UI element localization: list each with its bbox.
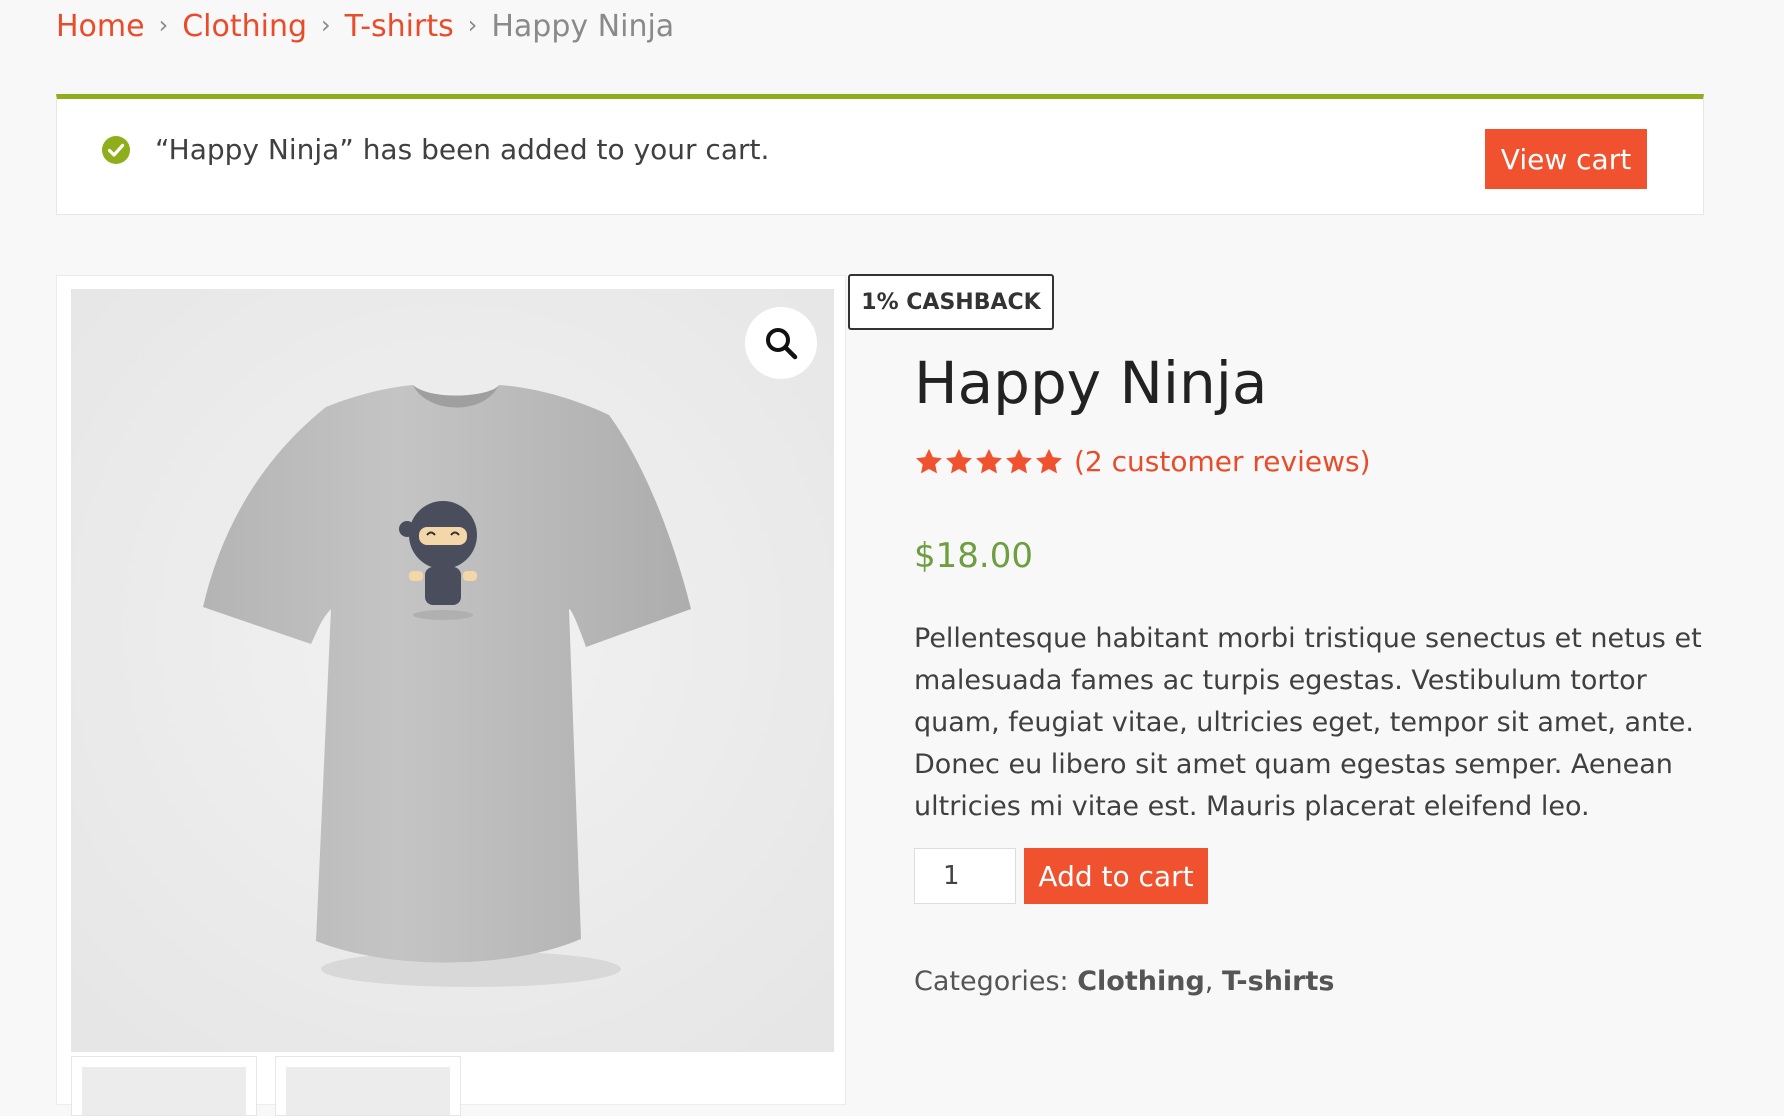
breadcrumb-home-link[interactable]: Home: [56, 9, 145, 44]
star-icon: [916, 448, 942, 473]
product-rating: (2 customer reviews): [914, 445, 1371, 478]
zoom-button[interactable]: [745, 307, 817, 379]
chevron-right-icon: ›: [467, 11, 478, 39]
product-gallery: [56, 275, 846, 1116]
tshirt-illustration: [71, 289, 834, 1052]
star-icon: [976, 448, 1002, 473]
category-link-tshirts[interactable]: T-shirts: [1222, 966, 1335, 997]
breadcrumb-tshirts-link[interactable]: T-shirts: [345, 9, 454, 44]
categories-label: Categories:: [914, 966, 1069, 997]
star-icon: [946, 448, 972, 473]
gallery-thumbnail[interactable]: [275, 1056, 461, 1116]
gallery-thumbnail[interactable]: [71, 1056, 257, 1116]
chevron-right-icon: ›: [321, 11, 331, 39]
star-rating: [914, 447, 1064, 477]
breadcrumb: Home › Clothing › T-shirts › Happy Ninja: [56, 12, 674, 42]
product-title: Happy Ninja: [914, 349, 1268, 417]
check-circle-icon: [102, 136, 130, 164]
product-image[interactable]: [71, 289, 834, 1052]
thumbnail-image: [286, 1067, 450, 1115]
category-link-clothing[interactable]: Clothing: [1077, 966, 1205, 997]
quantity-input[interactable]: [914, 848, 1016, 904]
customer-reviews-link[interactable]: (2 customer reviews): [1074, 445, 1371, 478]
star-icon: [1036, 448, 1062, 473]
product-description: Pellentesque habitant morbi tristique se…: [914, 623, 1702, 822]
add-to-cart-button[interactable]: Add to cart: [1024, 848, 1208, 904]
star-icon: [1006, 448, 1032, 473]
cart-notice: “Happy Ninja” has been added to your car…: [56, 94, 1704, 215]
cashback-badge: 1% CASHBACK: [848, 274, 1054, 330]
chevron-right-icon: ›: [158, 11, 169, 39]
notice-message: “Happy Ninja” has been added to your car…: [155, 133, 770, 166]
breadcrumb-clothing-link[interactable]: Clothing: [182, 9, 307, 44]
thumbnail-image: [82, 1067, 246, 1115]
breadcrumb-current: Happy Ninja: [491, 9, 675, 44]
product-categories: Categories: Clothing, T-shirts: [914, 966, 1334, 997]
product-price: $18.00: [914, 536, 1033, 576]
view-cart-button[interactable]: View cart: [1485, 129, 1647, 189]
category-separator: ,: [1204, 966, 1214, 997]
magnifier-icon: [766, 328, 798, 360]
